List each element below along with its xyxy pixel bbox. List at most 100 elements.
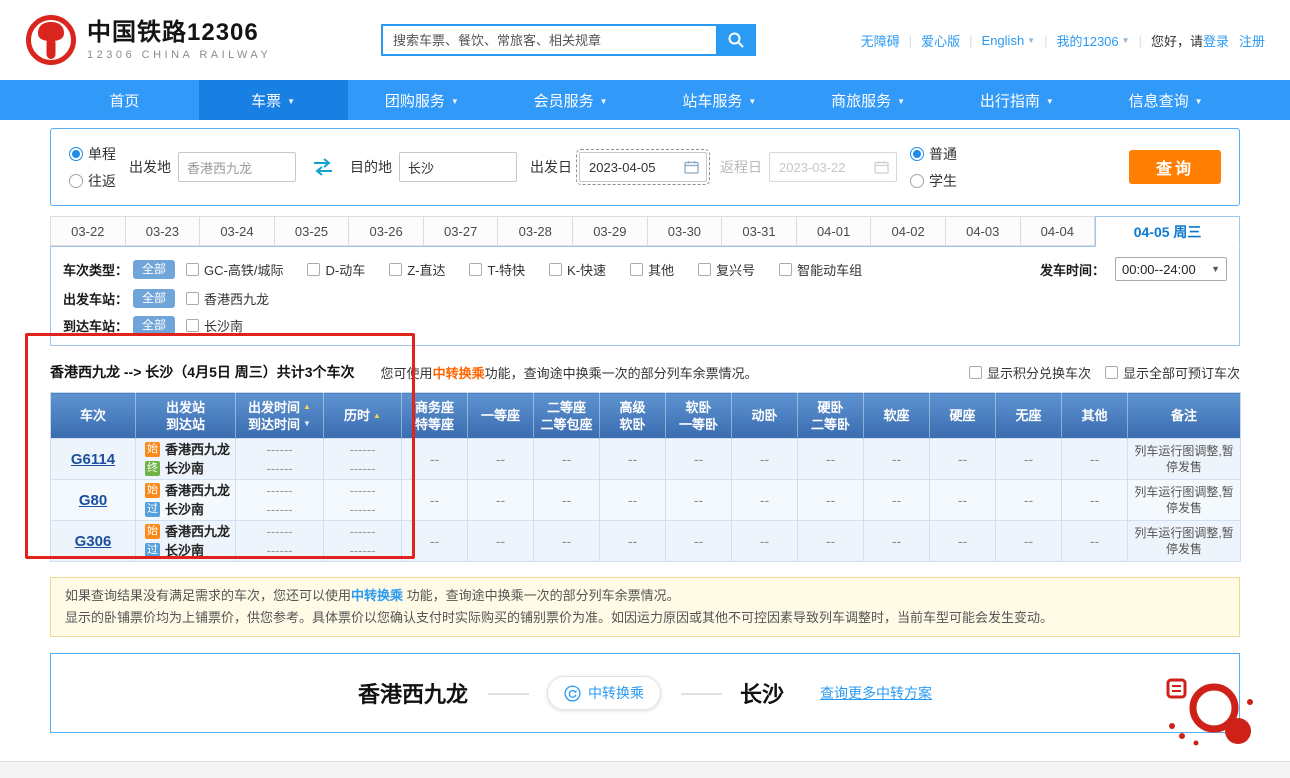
from-station-all-badge[interactable]: 全部 — [133, 289, 175, 308]
date-tab[interactable]: 04-05 周三 — [1095, 216, 1240, 247]
accessibility-link[interactable]: 无障碍 — [861, 31, 900, 50]
column-header-premium-soft-sleeper[interactable]: 高级软卧 — [600, 393, 666, 439]
filter-checkbox[interactable]: T-特快 — [469, 260, 525, 279]
date-tab[interactable]: 03-27 — [424, 216, 499, 246]
column-header-remarks[interactable]: 备注 — [1128, 393, 1241, 439]
checkbox-icon[interactable] — [389, 263, 402, 276]
login-link[interactable]: 登录 — [1203, 31, 1229, 50]
column-header-hard-sleeper[interactable]: 硬卧二等卧 — [798, 393, 864, 439]
notice-transfer-link[interactable]: 中转换乘 — [351, 588, 403, 603]
checkbox-icon[interactable] — [549, 263, 562, 276]
filter-checkbox[interactable]: 香港西九龙 — [186, 289, 269, 308]
date-tab[interactable]: 04-01 — [797, 216, 872, 246]
checkbox-icon[interactable] — [469, 263, 482, 276]
trip-type-oneway[interactable]: 单程 — [69, 144, 116, 164]
trip-type-roundtrip[interactable]: 往返 — [69, 171, 116, 191]
filter-checkbox[interactable]: Z-直达 — [389, 260, 445, 279]
from-station-input[interactable] — [178, 152, 296, 182]
depart-time-select[interactable]: 00:00--24:00 ▼ — [1115, 257, 1227, 281]
train-type-all-badge[interactable]: 全部 — [133, 260, 175, 279]
checkbox-icon[interactable] — [186, 263, 199, 276]
radio-unchecked-icon[interactable] — [910, 174, 924, 188]
column-header-train-no[interactable]: 车次 — [51, 393, 136, 439]
date-tab[interactable]: 03-23 — [126, 216, 201, 246]
swap-stations-icon[interactable] — [311, 157, 335, 177]
checkbox-icon[interactable] — [969, 366, 982, 379]
column-header-first-class[interactable]: 一等座 — [468, 393, 534, 439]
column-header-times[interactable]: 出发时间▲到达时间▼ — [236, 393, 324, 439]
train-number-link[interactable]: G80 — [79, 492, 107, 509]
date-tab[interactable]: 04-03 — [946, 216, 1021, 246]
column-header-duration[interactable]: 历时▲ — [324, 393, 402, 439]
transfer-search-button[interactable]: 中转换乘 — [547, 676, 661, 710]
to-station-input[interactable] — [399, 152, 517, 182]
to-station-all-badge[interactable]: 全部 — [133, 316, 175, 335]
toggle-points-trains[interactable]: 显示积分兑换车次 — [969, 363, 1091, 382]
train-number-link[interactable]: G6114 — [71, 451, 115, 468]
checkbox-icon[interactable] — [186, 292, 199, 305]
my12306-link[interactable]: 我的12306 — [1056, 31, 1118, 50]
calendar-icon[interactable] — [684, 160, 699, 174]
radio-checked-icon[interactable] — [69, 147, 83, 161]
toggle-bookable-trains[interactable]: 显示全部可预订车次 — [1105, 363, 1240, 382]
date-tab[interactable]: 03-29 — [573, 216, 648, 246]
passenger-type-student[interactable]: 学生 — [910, 171, 957, 191]
column-header-soft-sleeper[interactable]: 软卧一等卧 — [666, 393, 732, 439]
column-header-no-seat[interactable]: 无座 — [996, 393, 1062, 439]
checkbox-icon[interactable] — [186, 319, 199, 332]
nav-item[interactable]: 车票▼ — [199, 80, 348, 120]
sort-up-icon[interactable]: ▲ — [303, 402, 311, 412]
nav-item[interactable]: 站车服务▼ — [645, 80, 794, 120]
radio-checked-icon[interactable] — [910, 147, 924, 161]
checkbox-icon[interactable] — [630, 263, 643, 276]
nav-item[interactable]: 出行指南▼ — [943, 80, 1092, 120]
column-header-stations[interactable]: 出发站到达站 — [136, 393, 236, 439]
checkbox-icon[interactable] — [1105, 366, 1118, 379]
site-search-button[interactable] — [716, 24, 756, 56]
filter-checkbox[interactable]: GC-高铁/城际 — [186, 260, 283, 279]
register-link[interactable]: 注册 — [1239, 31, 1265, 50]
english-link[interactable]: English — [982, 33, 1025, 48]
column-header-soft-seat[interactable]: 软座 — [864, 393, 930, 439]
nav-item[interactable]: 商旅服务▼ — [794, 80, 943, 120]
site-search-input[interactable] — [381, 24, 716, 56]
filter-checkbox[interactable]: 智能动车组 — [779, 260, 862, 279]
date-tab[interactable]: 03-30 — [648, 216, 723, 246]
column-header-business-premier[interactable]: 商务座特等座 — [402, 393, 468, 439]
date-tab[interactable]: 04-02 — [871, 216, 946, 246]
filter-checkbox[interactable]: K-快速 — [549, 260, 606, 279]
transfer-hint-link[interactable]: 中转换乘 — [433, 366, 485, 381]
filter-checkbox[interactable]: D-动车 — [307, 260, 365, 279]
date-tab[interactable]: 04-04 — [1021, 216, 1096, 246]
column-header-ev-sleeper[interactable]: 动卧 — [732, 393, 798, 439]
date-tab[interactable]: 03-26 — [349, 216, 424, 246]
column-header-other[interactable]: 其他 — [1062, 393, 1128, 439]
date-tab[interactable]: 03-28 — [498, 216, 573, 246]
filter-checkbox[interactable]: 其他 — [630, 260, 674, 279]
train-number-link[interactable]: G306 — [75, 533, 112, 550]
column-header-second-class[interactable]: 二等座二等包座 — [534, 393, 600, 439]
date-tab[interactable]: 03-25 — [275, 216, 350, 246]
nav-item[interactable]: 团购服务▼ — [348, 80, 497, 120]
query-button[interactable]: 查询 — [1129, 150, 1221, 184]
care-version-link[interactable]: 爱心版 — [921, 31, 960, 50]
date-tab[interactable]: 03-24 — [200, 216, 275, 246]
checkbox-icon[interactable] — [779, 263, 792, 276]
radio-unchecked-icon[interactable] — [69, 174, 83, 188]
checkbox-icon[interactable] — [307, 263, 320, 276]
nav-item[interactable]: 信息查询▼ — [1091, 80, 1240, 120]
passenger-type-normal[interactable]: 普通 — [910, 144, 957, 164]
brand[interactable]: 中国铁路12306 12306 CHINA RAILWAY — [25, 14, 365, 66]
date-tab[interactable]: 03-22 — [50, 216, 126, 246]
filter-checkbox[interactable]: 长沙南 — [186, 316, 243, 335]
depart-date-input[interactable]: 2023-04-05 — [579, 152, 707, 182]
date-tab[interactable]: 03-31 — [722, 216, 797, 246]
column-header-hard-seat[interactable]: 硬座 — [930, 393, 996, 439]
nav-item[interactable]: 首页 — [50, 80, 199, 120]
sort-up-icon[interactable]: ▲ — [373, 411, 381, 421]
more-transfer-plans-link[interactable]: 查询更多中转方案 — [820, 683, 932, 703]
filter-checkbox[interactable]: 复兴号 — [698, 260, 755, 279]
nav-item[interactable]: 会员服务▼ — [496, 80, 645, 120]
checkbox-icon[interactable] — [698, 263, 711, 276]
sort-down-icon[interactable]: ▼ — [303, 419, 311, 429]
